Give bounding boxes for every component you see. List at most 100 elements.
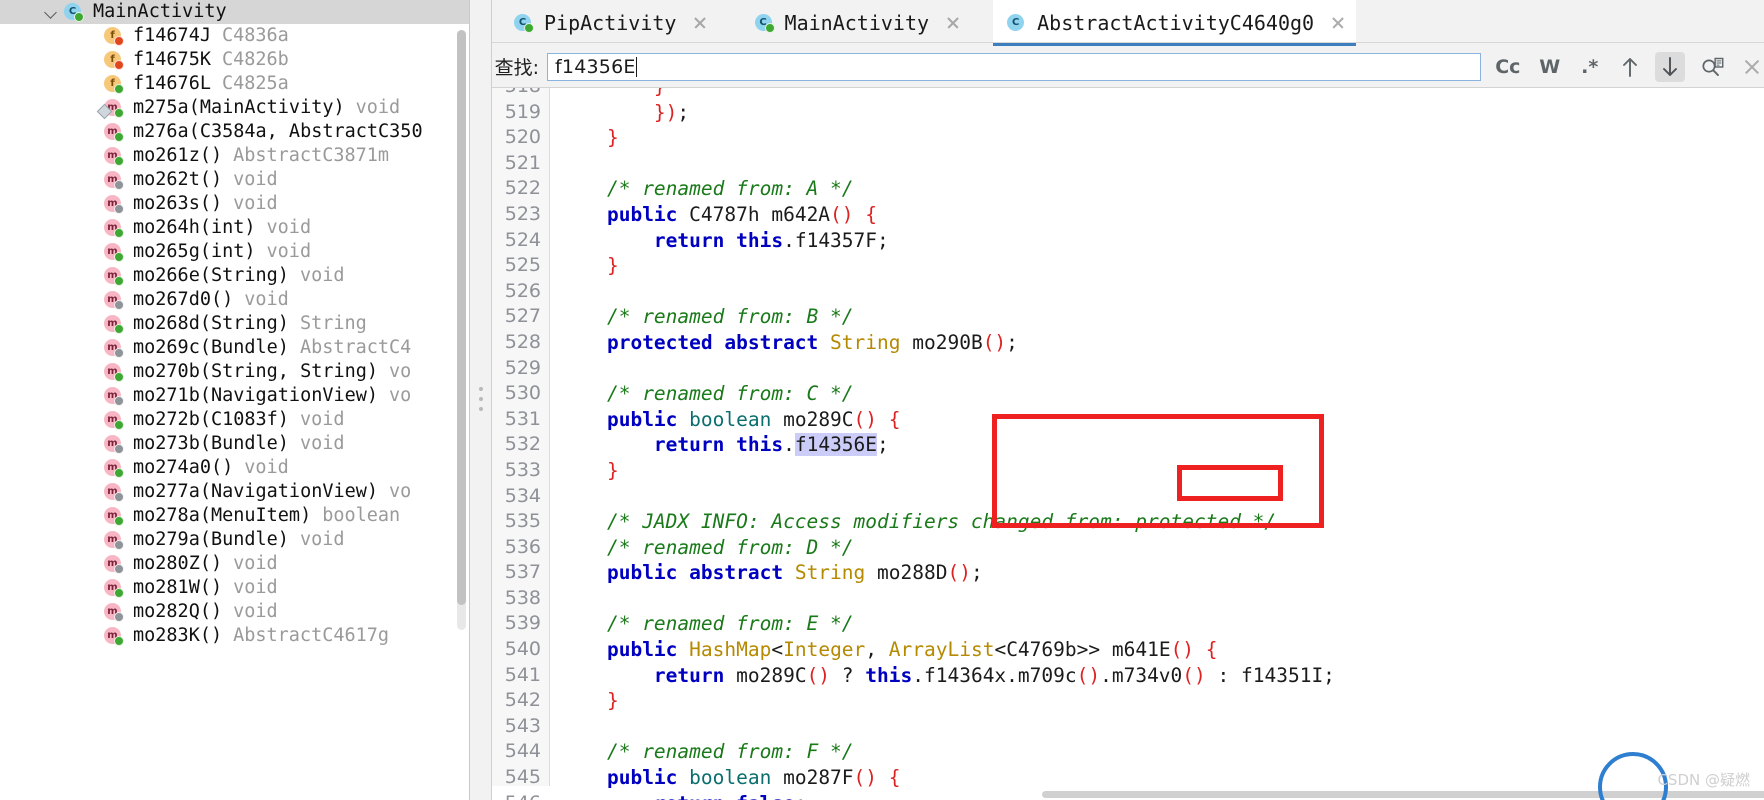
tree-item-type: void [299, 409, 345, 430]
code-line[interactable]: protected abstract String mo290B(); [550, 330, 1764, 356]
code-line[interactable]: } [550, 125, 1764, 151]
tree-item-label: f14676L [133, 73, 211, 94]
code-line[interactable]: /* renamed from: E */ [550, 611, 1764, 637]
code-line[interactable]: public C4787h m642A() { [550, 202, 1764, 228]
code-line[interactable]: public abstract String mo288D(); [550, 560, 1764, 586]
tree-item-label: mo277a(NavigationView) [133, 481, 379, 502]
code-line[interactable]: return this.f14357F; [550, 228, 1764, 254]
line-number: 519 [504, 100, 541, 123]
code-line[interactable]: } [550, 88, 1764, 100]
tab-close-icon[interactable] [943, 13, 963, 33]
tree-item-type: void [233, 601, 278, 622]
tab-close-icon[interactable] [690, 13, 710, 33]
code-line[interactable] [550, 356, 1764, 382]
code-line[interactable]: /* renamed from: C */ [550, 381, 1764, 407]
tree-item[interactable]: m mo281W() void [0, 576, 469, 600]
tree-item-type: void [299, 529, 345, 550]
code-line[interactable]: /* renamed from: D */ [550, 535, 1764, 561]
editor-tab-bar[interactable]: C PipActivity C MainActivity C AbstractActivi… [492, 0, 1764, 46]
tree-item[interactable]: m mo279a(Bundle) void [0, 528, 469, 552]
tree-item[interactable]: f f14676L C4825a [0, 72, 469, 96]
match-case-button[interactable]: Cc [1491, 52, 1525, 82]
tree-item[interactable]: m mo274a0() void [0, 456, 469, 480]
tree-item[interactable]: m mo263s() void [0, 192, 469, 216]
tree-item[interactable]: f f14674J C4836a [0, 24, 469, 48]
code-line[interactable]: public boolean mo287F() { [550, 765, 1764, 791]
tree-item[interactable]: m mo273b(Bundle) void [0, 432, 469, 456]
code-line[interactable]: } [550, 688, 1764, 714]
code-line[interactable] [550, 279, 1764, 305]
code-line[interactable]: return this.f14356E; [550, 432, 1764, 458]
code-line[interactable]: return mo289C() ? this.f14364x.m709c().m… [550, 663, 1764, 689]
chevron-down-icon[interactable] [44, 4, 60, 20]
tree-item[interactable]: m m275a(MainActivity) void [0, 96, 469, 120]
tree-item-label: mo263s() [133, 193, 223, 214]
tree-item[interactable]: m m276a(C3584a, AbstractC350 [0, 120, 469, 144]
tree-item-type: C4836a [221, 25, 289, 46]
tree-item[interactable]: m mo270b(String, String) vo [0, 360, 469, 384]
tree-item-label: mo278a(MenuItem) [133, 505, 312, 526]
find-toolbar[interactable]: 查找: f14356E Cc W .* [492, 46, 1764, 88]
editor-tab-mainactivity[interactable]: C MainActivity [740, 0, 972, 46]
code-line[interactable]: public HashMap<Integer, ArrayList<C4769b… [550, 637, 1764, 663]
tree-item[interactable]: m mo272b(C1083f) void [0, 408, 469, 432]
code-line[interactable]: } [550, 253, 1764, 279]
code-editor[interactable]: 5185195205215225235245255265275285295305… [492, 88, 1764, 800]
tree-item[interactable]: m mo261z() AbstractC3871m [0, 144, 469, 168]
splitter-grip-icon[interactable] [479, 387, 483, 413]
tree-item[interactable]: m mo282Q() void [0, 600, 469, 624]
code-line[interactable] [550, 484, 1764, 510]
tree-scrollbar[interactable] [457, 30, 466, 630]
find-previous-button[interactable] [1615, 52, 1645, 82]
code-line[interactable] [550, 586, 1764, 612]
tree-item[interactable]: m mo268d(String) String [0, 312, 469, 336]
tree-item[interactable]: m mo264h(int) void [0, 216, 469, 240]
code-line[interactable] [550, 151, 1764, 177]
code-line[interactable]: /* renamed from: B */ [550, 304, 1764, 330]
tree-item-type: void [355, 97, 401, 118]
find-in-selection-button[interactable] [1695, 52, 1730, 82]
code-content[interactable]: } }); } /* renamed from: A */ public C47… [550, 88, 1764, 800]
editor-tab-abstractactivityc4640g0[interactable]: C AbstractActivityC4640g0 [993, 0, 1357, 46]
panel-splitter[interactable] [470, 0, 492, 800]
code-line[interactable]: public boolean mo289C() { [550, 407, 1764, 433]
method-icon: m [104, 386, 126, 406]
find-next-button[interactable] [1654, 51, 1685, 82]
tree-item-label: mo279a(Bundle) [133, 529, 289, 550]
tree-item[interactable]: m mo277a(NavigationView) vo [0, 480, 469, 504]
code-line[interactable] [550, 714, 1764, 740]
line-number: 518 [492, 88, 549, 100]
tree-item-list[interactable]: f f14674J C4836a f f14675K C4826b f f14676L C482… [0, 24, 469, 648]
class-structure-tree[interactable]: C MainActivity f f14674J C4836a f f14675K C48… [0, 0, 470, 800]
tree-item[interactable]: m mo262t() void [0, 168, 469, 192]
tree-item[interactable]: m mo283K() AbstractC4617g [0, 624, 469, 648]
code-line[interactable]: }); [550, 100, 1764, 126]
tree-item-type: void [244, 289, 289, 310]
tree-item-label: mo282Q() [133, 601, 223, 622]
tree-item[interactable]: m mo278a(MenuItem) boolean [0, 504, 469, 528]
tree-item[interactable]: m mo265g(int) void [0, 240, 469, 264]
regex-button[interactable]: .* [1575, 52, 1605, 82]
method-icon: m [104, 170, 126, 190]
tree-item[interactable]: m mo280Z() void [0, 552, 469, 576]
code-line[interactable]: /* renamed from: F */ [550, 739, 1764, 765]
tree-item-label: mo268d(String) [133, 313, 289, 334]
tab-label: PipActivity [544, 11, 677, 35]
code-line[interactable]: } [550, 458, 1764, 484]
code-line[interactable]: /* JADX INFO: Access modifiers changed f… [550, 509, 1764, 535]
close-find-bar-icon[interactable] [1739, 54, 1764, 80]
tree-node-root[interactable]: C MainActivity [0, 0, 469, 24]
tree-item[interactable]: f f14675K C4826b [0, 48, 469, 72]
find-label: 查找: [494, 57, 540, 79]
search-input[interactable]: f14356E [547, 52, 1481, 81]
tree-item[interactable]: m mo269c(Bundle) AbstractC4 [0, 336, 469, 360]
tree-item[interactable]: m mo266e(String) void [0, 264, 469, 288]
tree-scrollbar-thumb[interactable] [457, 30, 466, 605]
tree-item[interactable]: m mo271b(NavigationView) vo [0, 384, 469, 408]
code-line[interactable]: /* renamed from: A */ [550, 176, 1764, 202]
whole-words-button[interactable]: W [1535, 52, 1565, 82]
method-icon: m [104, 218, 126, 238]
editor-tab-pipactivity[interactable]: C PipActivity [500, 0, 719, 46]
tab-close-icon[interactable] [1328, 13, 1348, 33]
tree-item[interactable]: m mo267d0() void [0, 288, 469, 312]
